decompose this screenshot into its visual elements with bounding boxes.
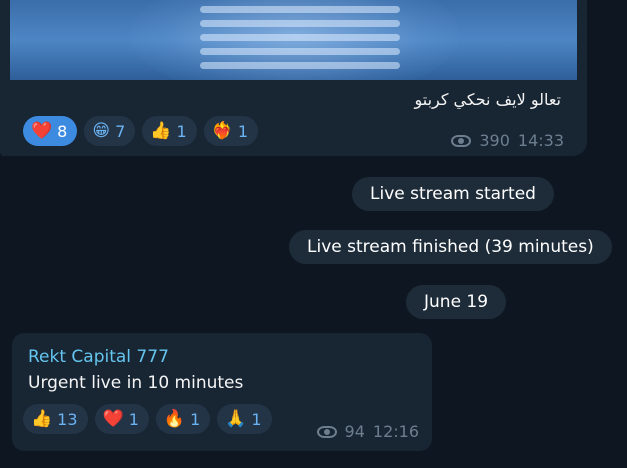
- post-meta: 94 12:16: [316, 422, 419, 441]
- reaction-heart[interactable]: ❤️ 1: [94, 404, 149, 434]
- channel-post-bottom: Rekt Capital 777 Urgent live in 10 minut…: [12, 333, 432, 451]
- post-time: 12:16: [372, 422, 419, 441]
- reaction-count: 1: [251, 409, 262, 429]
- reaction-count: 1: [237, 121, 248, 141]
- channel-post-top: تعالو لايف نحكي كربتو ❤️ 8 😁 7 👍 1 ❤️‍🔥 …: [0, 0, 587, 156]
- post-media-image[interactable]: [10, 0, 577, 80]
- reaction-thumbs-up[interactable]: 👍 1: [142, 116, 197, 146]
- reaction-count: 1: [190, 409, 201, 429]
- reaction-count: 7: [115, 121, 126, 141]
- reaction-fire[interactable]: 🔥 1: [155, 404, 211, 434]
- reaction-count: 13: [57, 409, 78, 429]
- media-stripe: [200, 34, 400, 41]
- reaction-pray[interactable]: 🙏 1: [217, 404, 272, 434]
- fire-icon: 🔥: [163, 408, 186, 429]
- reaction-count: 1: [176, 121, 187, 141]
- reaction-heart[interactable]: ❤️ 8: [23, 116, 78, 146]
- heart-on-fire-icon: ❤️‍🔥: [211, 120, 233, 141]
- reaction-heart-on-fire[interactable]: ❤️‍🔥 1: [203, 116, 258, 146]
- post-meta: 390 14:33: [451, 131, 564, 150]
- reaction-bar: 👍 13 ❤️ 1 🔥 1 🙏 1: [23, 404, 272, 434]
- view-count: 390: [479, 131, 510, 150]
- view-count: 94: [344, 422, 365, 441]
- reaction-thumbs-up[interactable]: 👍 13: [23, 404, 88, 434]
- grin-icon: 😁: [92, 120, 111, 141]
- eye-icon: [316, 425, 337, 438]
- reaction-bar: ❤️ 8 😁 7 👍 1 ❤️‍🔥 1: [23, 116, 258, 146]
- post-time: 14:33: [517, 131, 564, 150]
- service-live-started: Live stream started: [352, 177, 554, 211]
- media-stripe: [200, 6, 400, 13]
- post-author[interactable]: Rekt Capital 777: [28, 347, 169, 367]
- reaction-grin[interactable]: 😁 7: [84, 116, 136, 146]
- reaction-count: 8: [57, 121, 68, 141]
- thumbs-up-icon: 👍: [150, 120, 172, 141]
- post-text: Urgent live in 10 minutes: [28, 373, 244, 393]
- heart-icon: ❤️: [31, 120, 53, 141]
- post-caption: تعالو لايف نحكي كربتو: [414, 90, 561, 109]
- media-stripe: [200, 48, 400, 55]
- thumbs-up-icon: 👍: [31, 408, 53, 429]
- media-stripe: [200, 20, 400, 27]
- reaction-count: 1: [128, 409, 139, 429]
- heart-icon: ❤️: [102, 408, 124, 429]
- media-stripe: [200, 62, 400, 69]
- service-live-finished: Live stream finished (39 minutes): [289, 230, 612, 264]
- date-divider: June 19: [406, 285, 507, 319]
- eye-icon: [451, 134, 472, 147]
- pray-icon: 🙏: [225, 408, 247, 429]
